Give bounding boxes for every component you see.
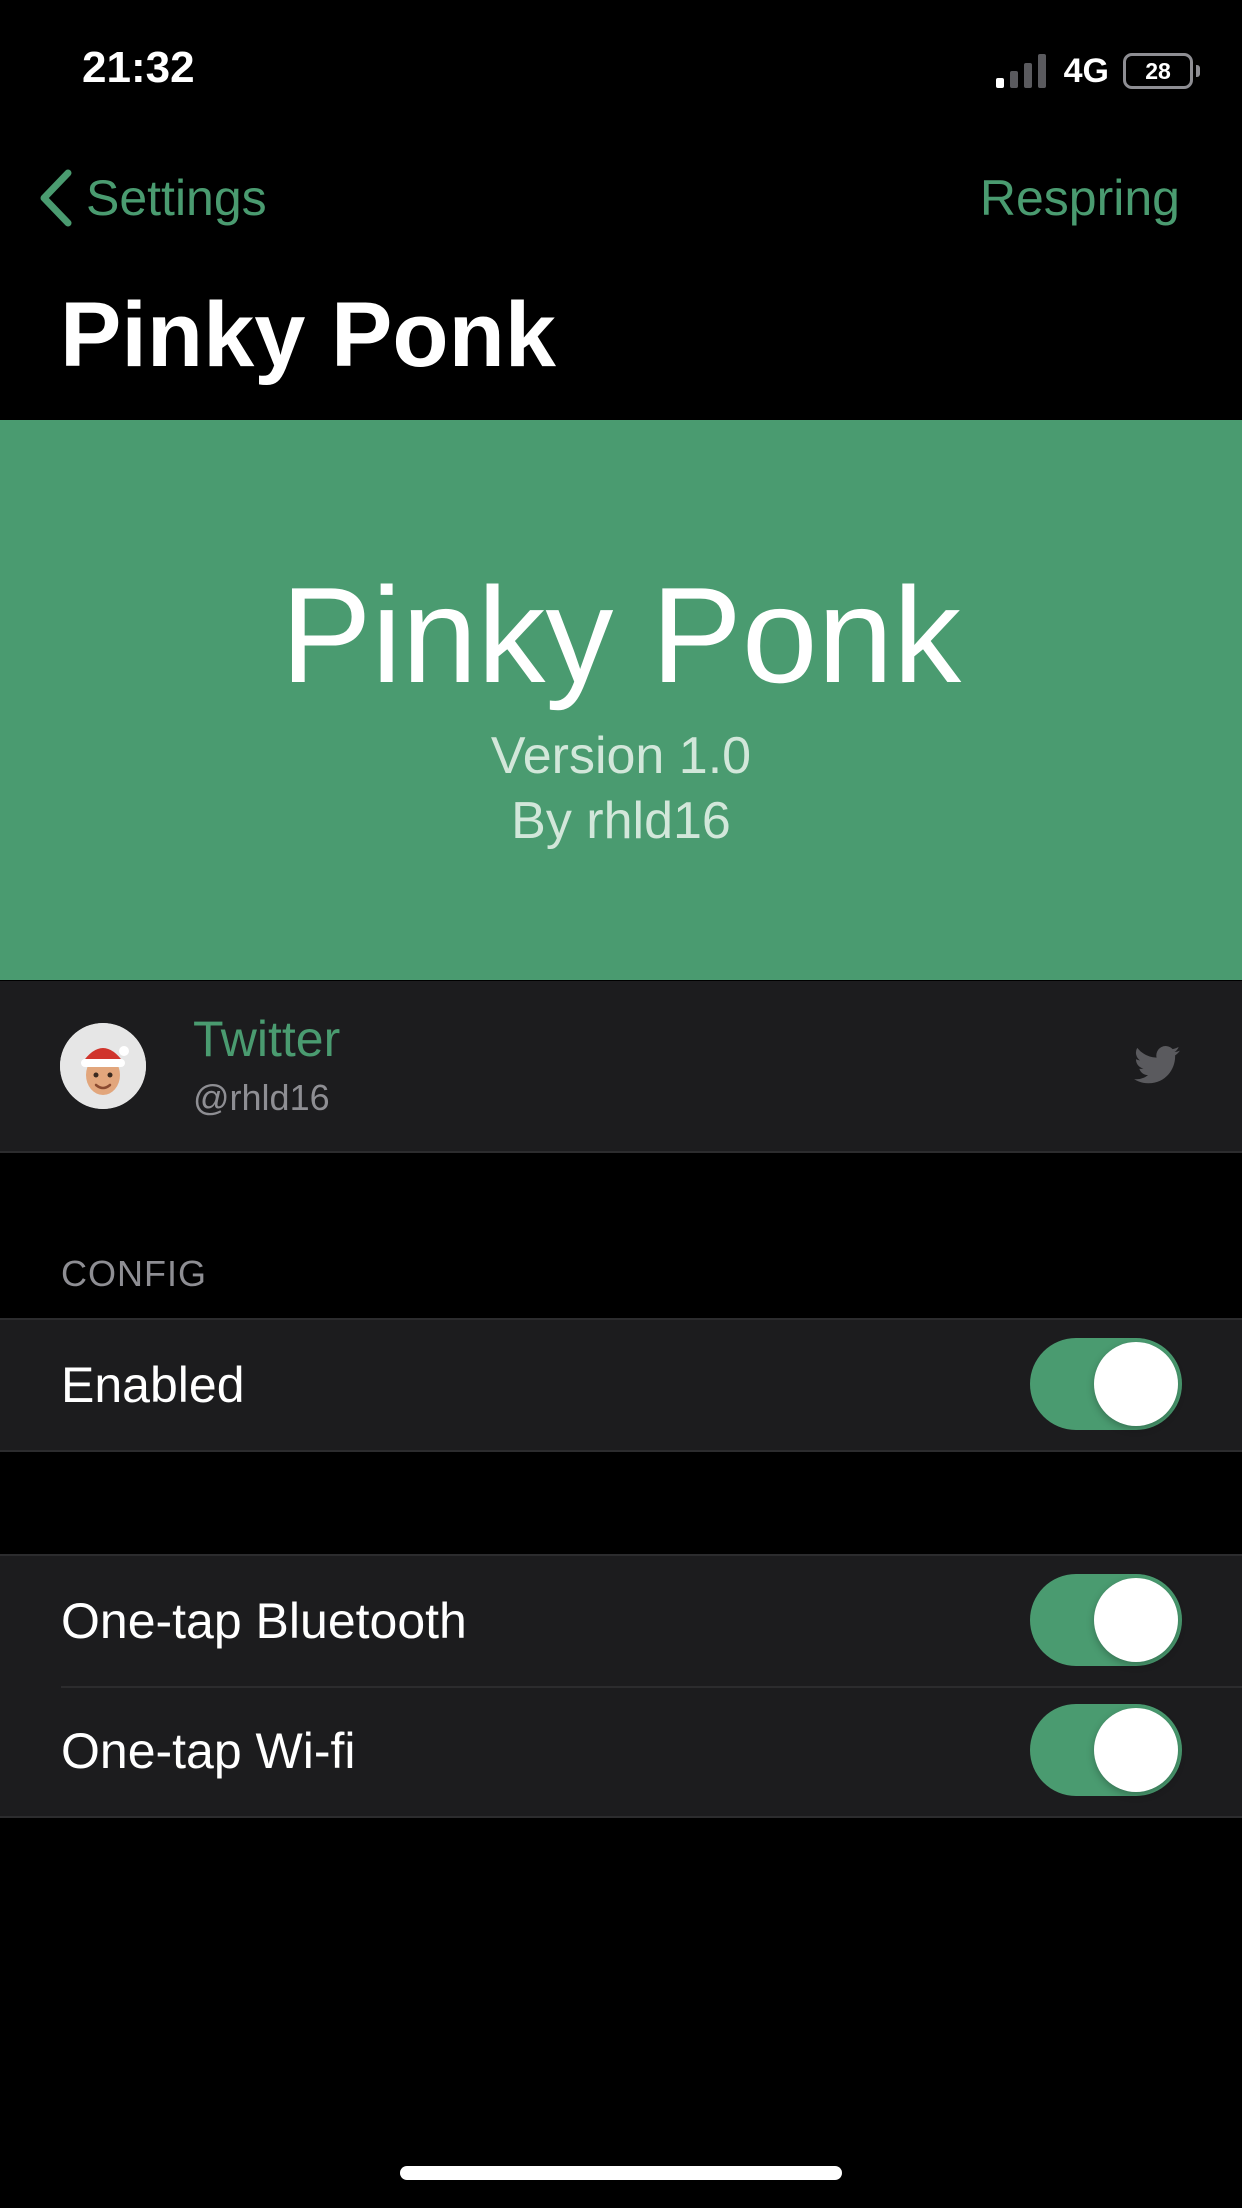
twitter-bird-icon bbox=[1134, 1046, 1180, 1084]
toggle-knob bbox=[1094, 1578, 1178, 1662]
toggle-knob bbox=[1094, 1342, 1178, 1426]
bluetooth-label: One-tap Bluetooth bbox=[61, 1593, 467, 1649]
config-group: Enabled bbox=[0, 1318, 1242, 1452]
banner-title: Pinky Ponk bbox=[280, 559, 962, 711]
enabled-toggle[interactable] bbox=[1030, 1338, 1182, 1430]
battery-icon: 28 bbox=[1123, 53, 1193, 89]
chevron-left-icon bbox=[40, 169, 72, 227]
memoji-avatar-icon bbox=[60, 1023, 146, 1109]
section-header-config: CONFIG bbox=[61, 1253, 207, 1294]
battery-tip bbox=[1196, 65, 1200, 77]
banner-version: Version 1.0 bbox=[490, 727, 752, 785]
network-type: 4G bbox=[1063, 51, 1109, 90]
page-title: Pinky Ponk bbox=[60, 284, 556, 386]
avatar bbox=[60, 1023, 146, 1109]
wifi-toggle[interactable] bbox=[1030, 1704, 1182, 1796]
back-button[interactable]: Settings bbox=[36, 160, 267, 236]
battery-level: 28 bbox=[1145, 57, 1171, 84]
options-group: One-tap Bluetooth One-tap Wi-fi bbox=[0, 1554, 1242, 1818]
wifi-label: One-tap Wi-fi bbox=[61, 1723, 356, 1779]
respring-button[interactable]: Respring bbox=[980, 160, 1180, 236]
twitter-link-cell[interactable]: Twitter @rhld16 bbox=[0, 981, 1242, 1153]
header-banner: Pinky Ponk Version 1.0 By rhld16 bbox=[0, 420, 1242, 980]
bluetooth-row: One-tap Bluetooth bbox=[0, 1556, 1242, 1686]
twitter-handle: @rhld16 bbox=[193, 1077, 330, 1118]
status-time: 21:32 bbox=[82, 43, 195, 92]
banner-author: By rhld16 bbox=[511, 792, 731, 850]
twitter-title: Twitter bbox=[193, 1011, 341, 1067]
status-indicators: 4G 28 bbox=[995, 46, 1200, 96]
bluetooth-toggle[interactable] bbox=[1030, 1574, 1182, 1666]
enabled-row: Enabled bbox=[0, 1320, 1242, 1450]
toggle-knob bbox=[1094, 1708, 1178, 1792]
back-button-label: Settings bbox=[86, 170, 267, 226]
enabled-label: Enabled bbox=[61, 1357, 245, 1413]
cellular-signal-icon bbox=[995, 54, 1046, 88]
wifi-row: One-tap Wi-fi bbox=[0, 1686, 1242, 1816]
home-indicator[interactable] bbox=[400, 2166, 842, 2180]
